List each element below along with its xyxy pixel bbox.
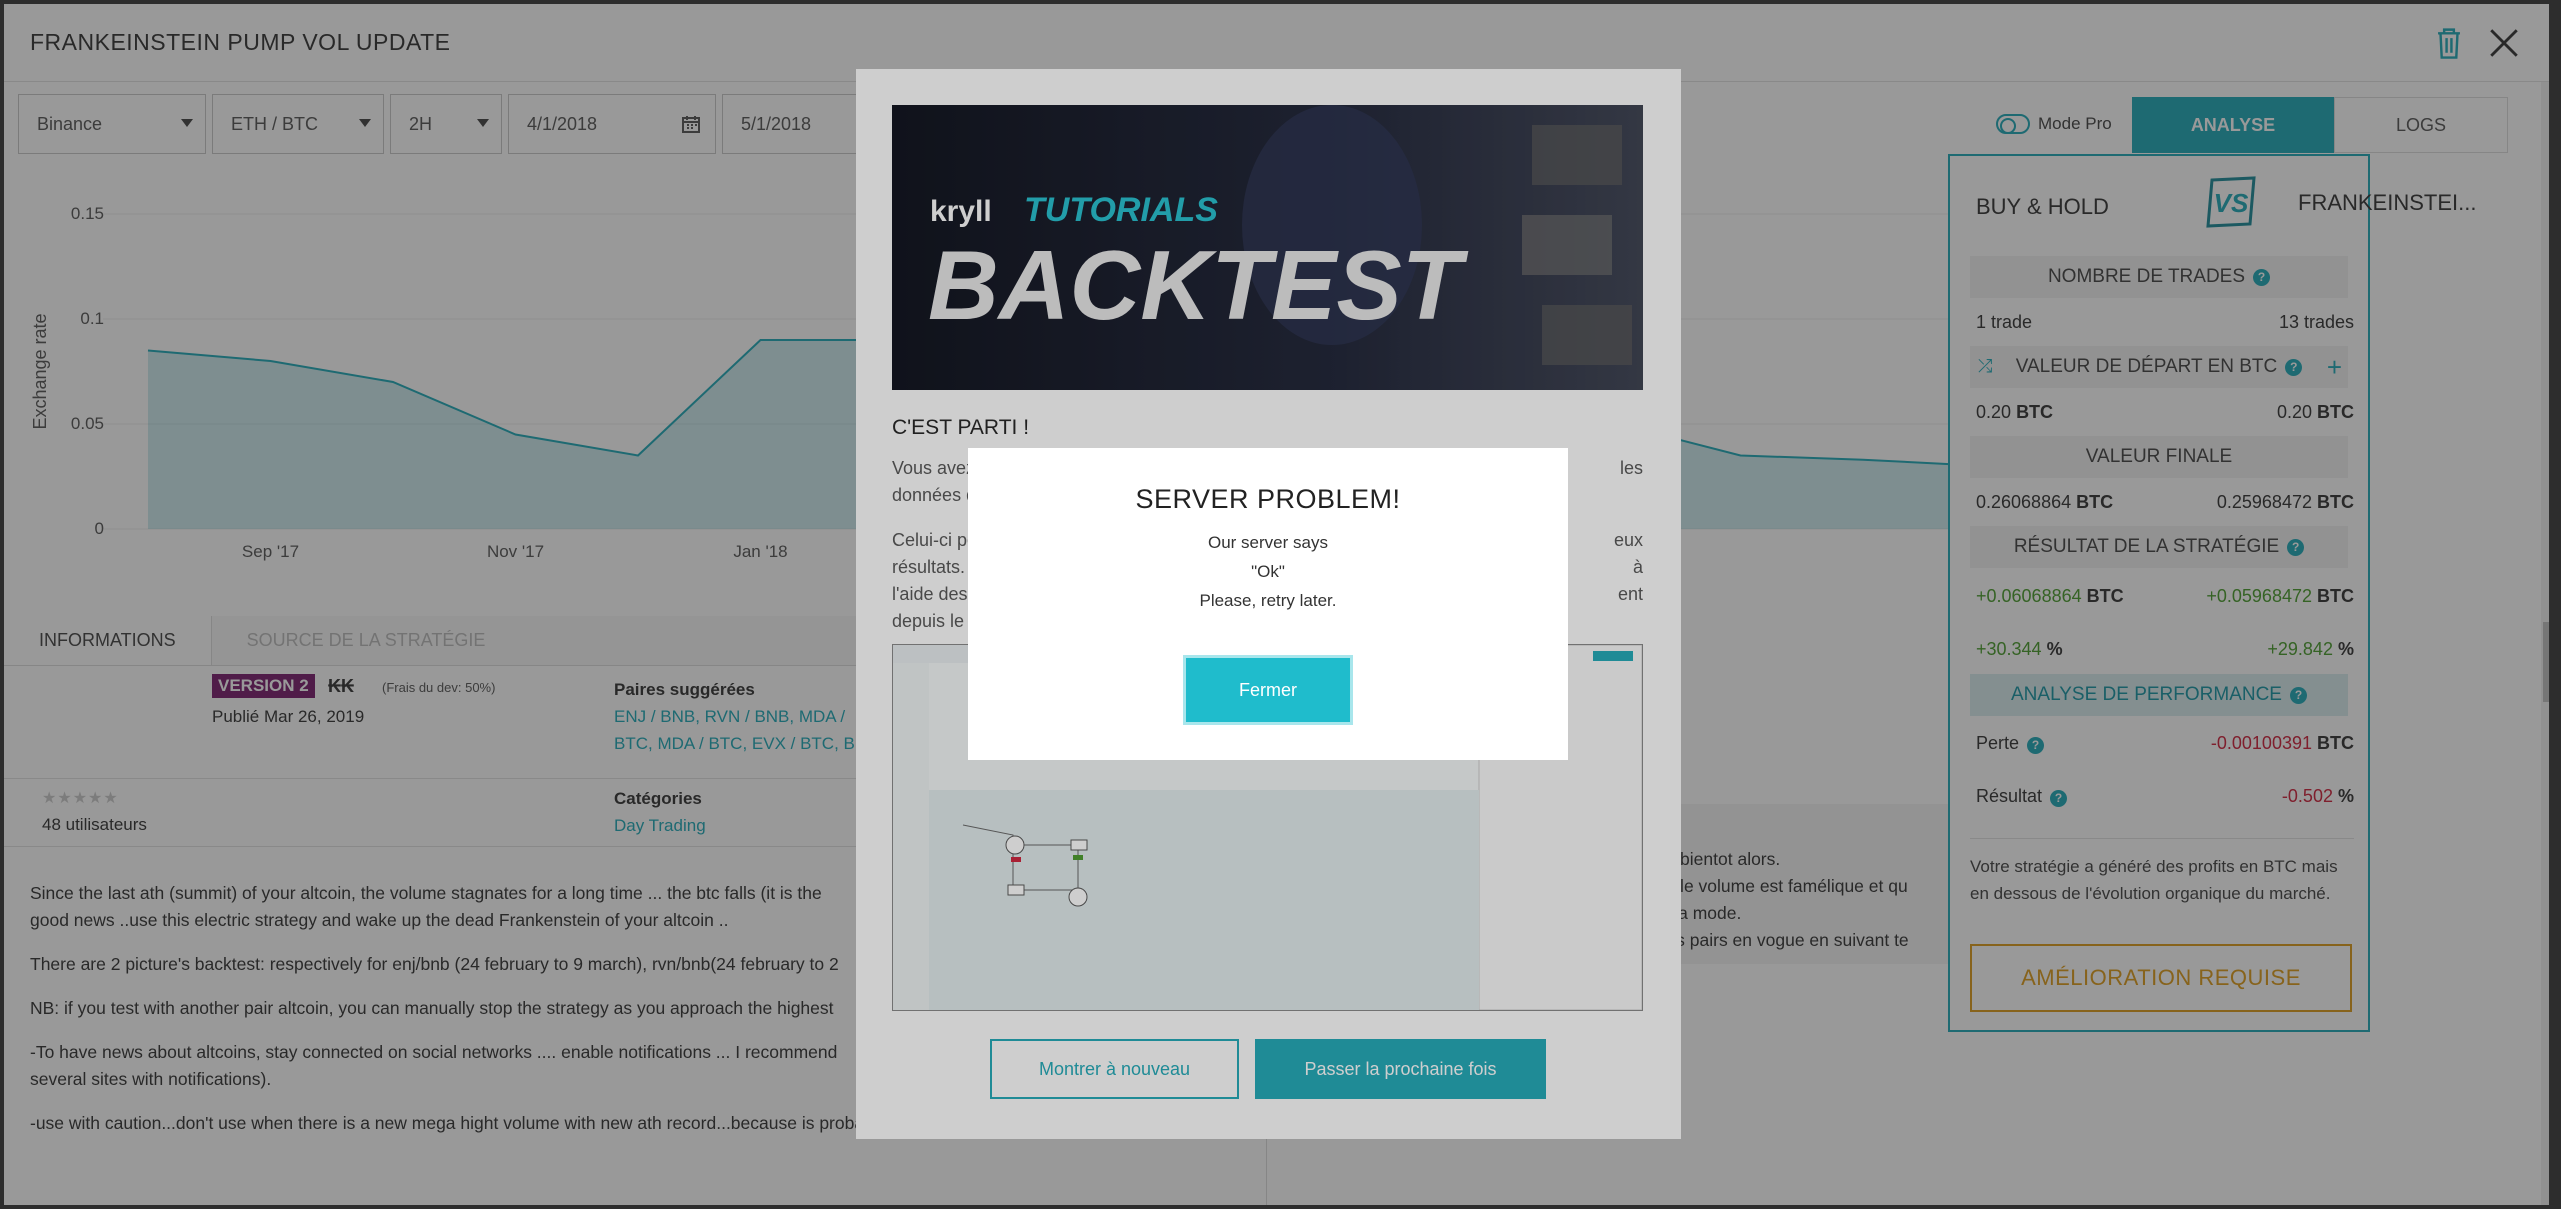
error-line: Please, retry later.	[1199, 591, 1337, 610]
error-line: Our server says	[1208, 533, 1328, 552]
error-title: SERVER PROBLEM!	[1135, 484, 1401, 514]
close-button[interactable]: Fermer	[1186, 658, 1350, 722]
error-quote: "Ok"	[1251, 562, 1285, 581]
server-error-dialog: SERVER PROBLEM! Our server says "Ok" Ple…	[968, 448, 1568, 760]
